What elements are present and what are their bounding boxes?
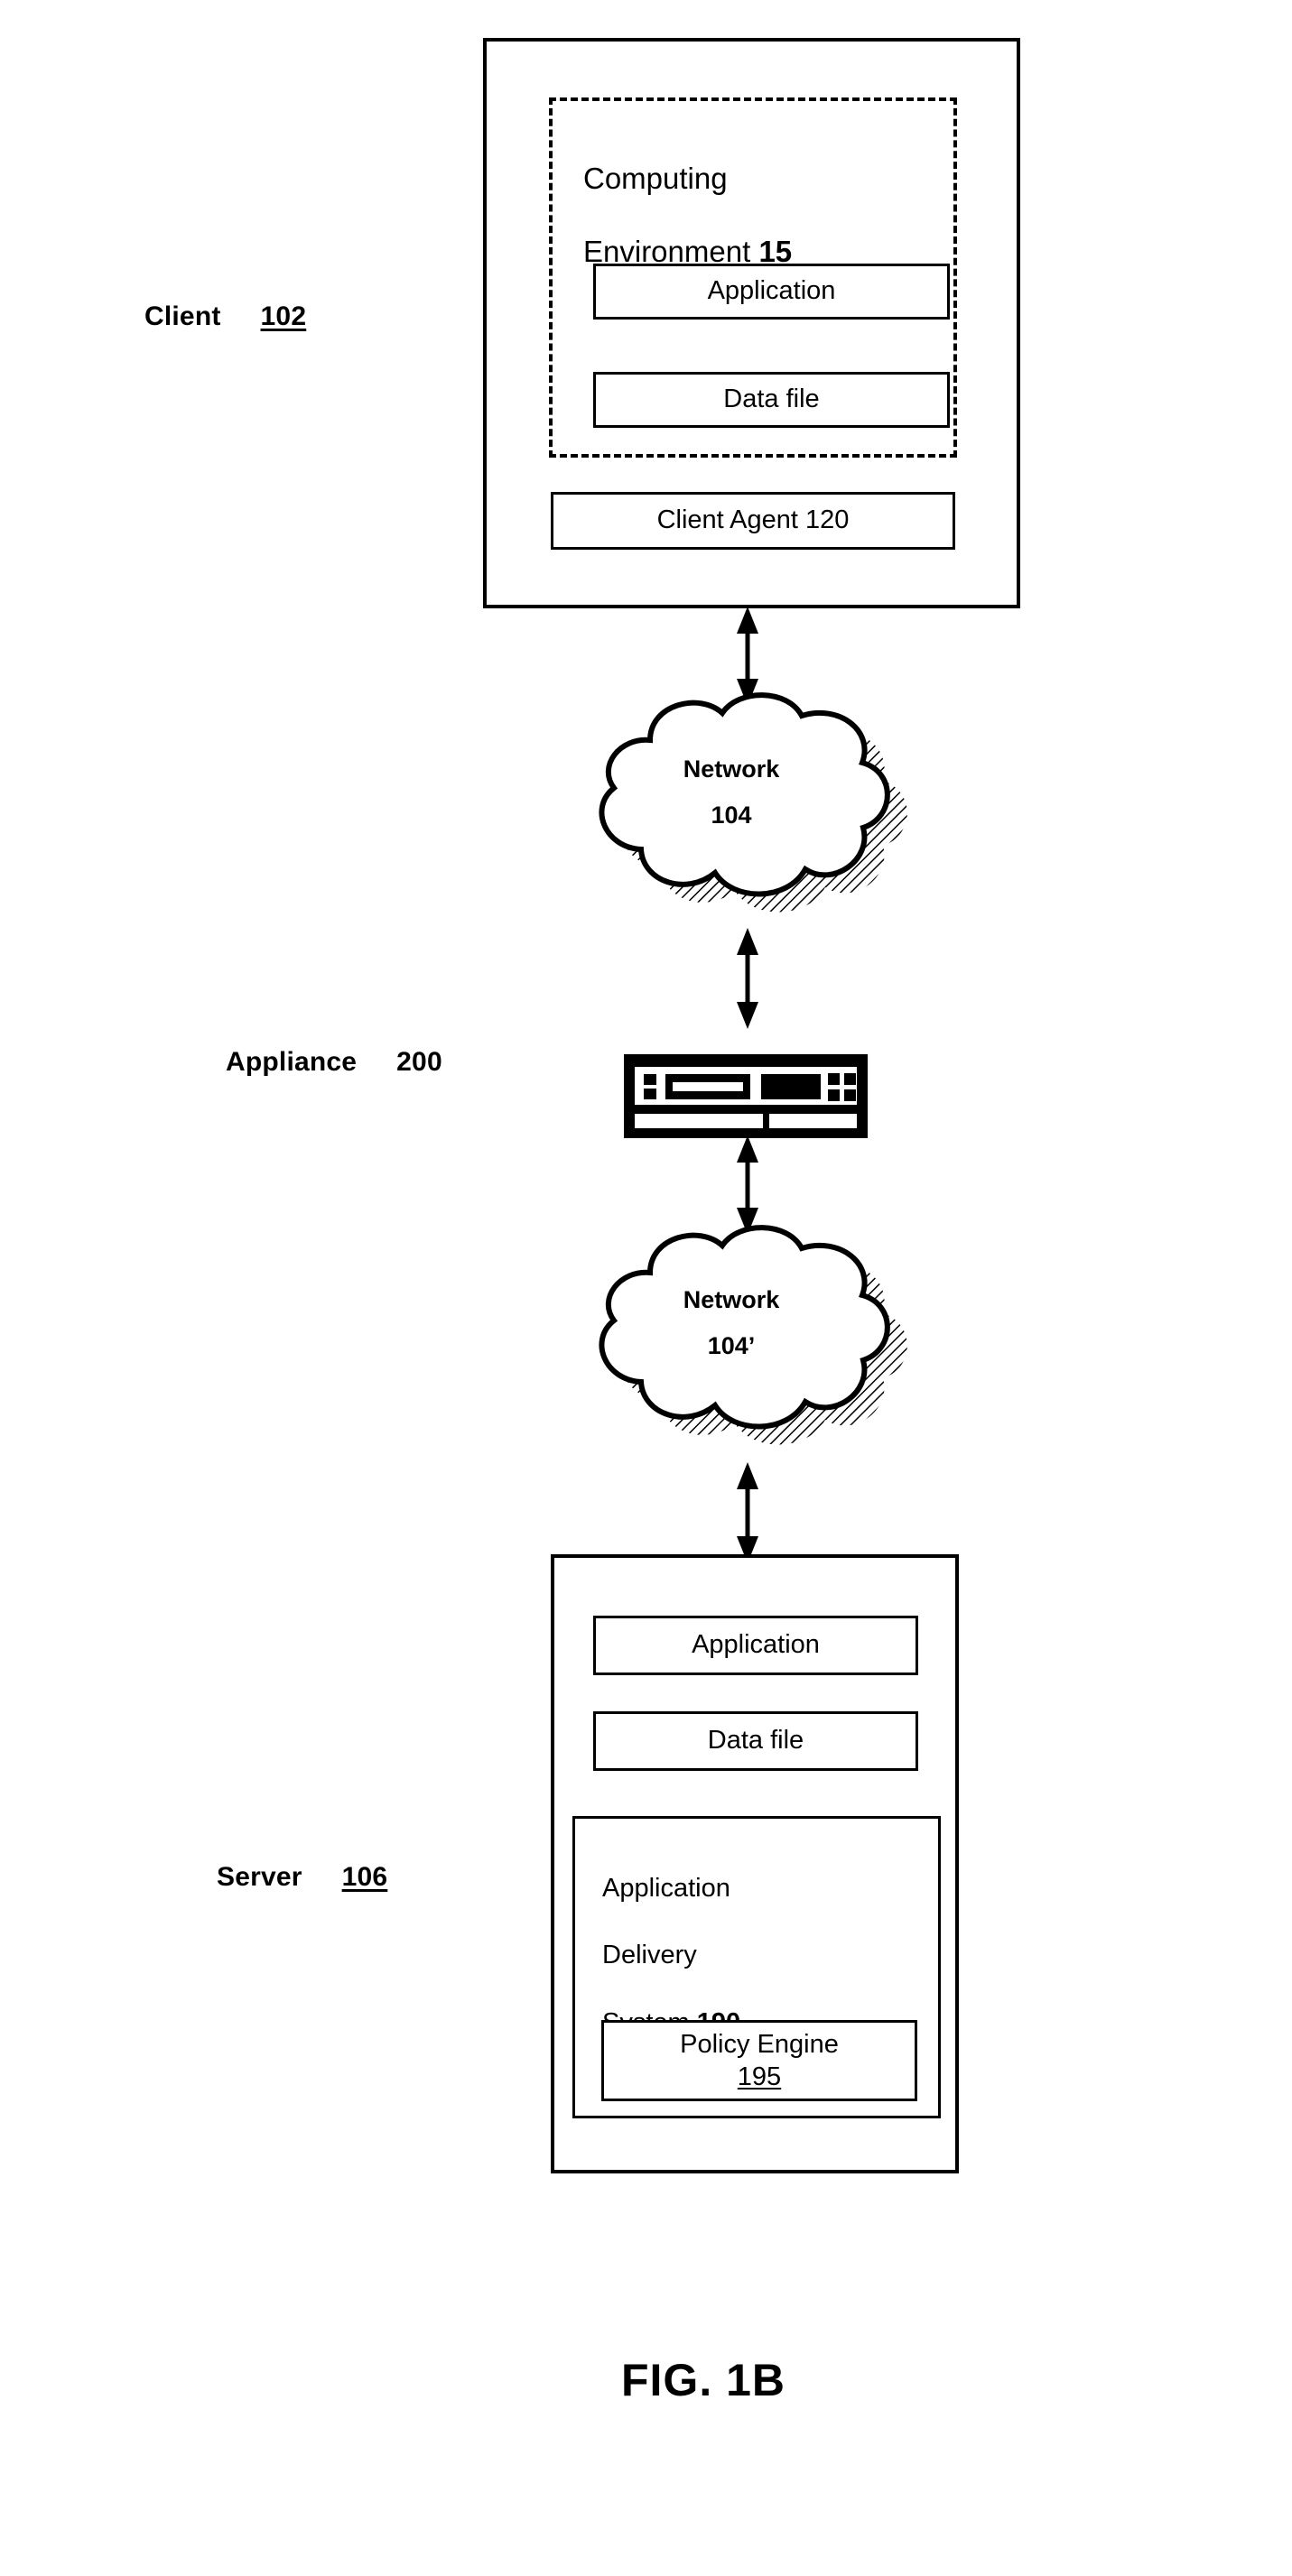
arrow-network-to-appliance: [737, 928, 758, 1029]
computing-environment-title: Computing Environment 15: [583, 125, 944, 270]
policy-engine-box: Policy Engine 195: [601, 2020, 917, 2101]
client-application-label: Application: [707, 276, 836, 306]
server-ref-number: 106: [341, 1862, 388, 1892]
network-top-ref: 104: [711, 802, 752, 829]
network-bottom-ref: 104’: [707, 1332, 756, 1360]
policy-engine-ref-number: 195: [737, 2062, 782, 2091]
network-top-name: Network: [683, 755, 780, 783]
server-label: Server 106: [217, 1864, 387, 1891]
client-data-file-label: Data file: [723, 385, 820, 414]
arrow-network2-to-server: [737, 1462, 758, 1563]
client-label: Client 102: [144, 303, 306, 330]
client-application-box: Application: [593, 264, 950, 320]
application-delivery-system-title: Application Delivery System 190: [602, 1839, 927, 2040]
network-cloud-bottom: Network 104’: [542, 1205, 921, 1467]
network-top-text: Network 104: [542, 746, 921, 839]
appliance-label: Appliance 200: [226, 1049, 442, 1076]
network-cloud-top: Network 104: [542, 672, 921, 934]
server-data-file-label: Data file: [707, 1726, 804, 1756]
policy-engine-label: Policy Engine: [680, 2029, 839, 2059]
server-application-label: Application: [692, 1630, 820, 1660]
client-label-text: Client: [144, 301, 221, 331]
client-data-file-box: Data file: [593, 372, 950, 428]
client-agent-box: Client Agent 120: [551, 492, 955, 550]
appliance-ref-number: 200: [396, 1047, 442, 1077]
figure-caption: FIG. 1B: [621, 2355, 786, 2405]
figure-page: Client 102 Computing Environment 15 Appli…: [0, 0, 1292, 2576]
ads-title-line1: Application: [602, 1874, 730, 1904]
client-agent-label: Client Agent 120: [656, 505, 850, 535]
ads-title-line2: Delivery: [602, 1941, 697, 1970]
computing-environment-title-line1: Computing: [583, 162, 728, 196]
appliance-label-text: Appliance: [226, 1047, 358, 1077]
server-data-file-box: Data file: [593, 1711, 918, 1771]
network-bottom-text: Network 104’: [542, 1277, 921, 1370]
appliance-icon: [624, 1054, 868, 1138]
client-ref-number: 102: [260, 301, 307, 331]
network-bottom-name: Network: [683, 1286, 780, 1313]
server-label-text: Server: [217, 1862, 302, 1892]
server-application-box: Application: [593, 1616, 918, 1675]
policy-engine-label-group: Policy Engine 195: [680, 2028, 839, 2094]
